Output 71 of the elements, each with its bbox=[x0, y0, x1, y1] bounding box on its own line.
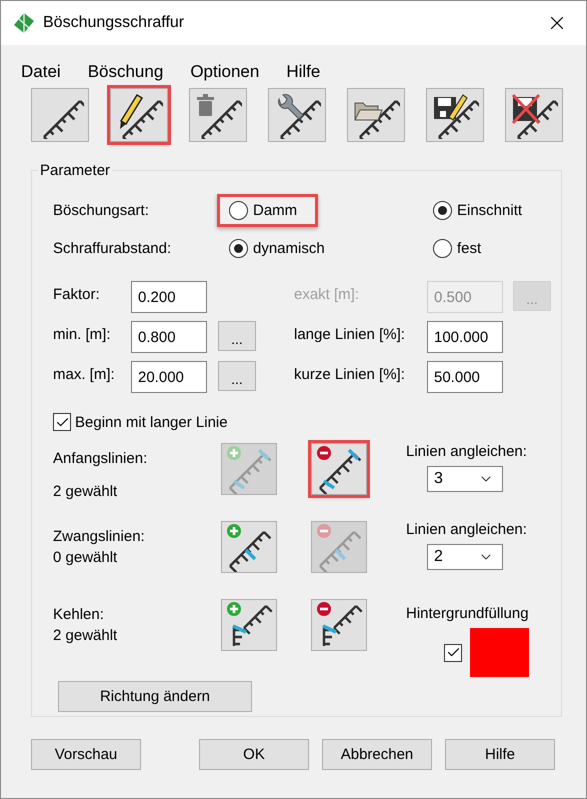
field-label: min. [m]: bbox=[53, 326, 111, 343]
input-field[interactable]: 50.000 bbox=[427, 361, 503, 393]
window-title: Böschungsschraffur bbox=[43, 14, 186, 32]
toolbar-button[interactable] bbox=[268, 88, 326, 142]
slope-add-icon bbox=[224, 444, 274, 494]
slope-trash-icon bbox=[194, 91, 242, 139]
field-label: Faktor: bbox=[53, 286, 100, 303]
menu-item[interactable]: Datei bbox=[21, 62, 61, 82]
app-logo-icon bbox=[13, 12, 35, 34]
slope-remove-icon bbox=[314, 444, 364, 494]
toolbar-button[interactable] bbox=[505, 88, 563, 142]
radio-option[interactable]: Damm bbox=[217, 194, 318, 226]
field-label: Böschungsart: bbox=[53, 202, 149, 218]
toolbar-button[interactable] bbox=[31, 88, 89, 142]
slope-add-icon bbox=[224, 522, 274, 572]
group-label: Kehlen: bbox=[53, 606, 105, 623]
change-direction-button[interactable]: Richtung ändern bbox=[58, 681, 252, 712]
menu-item[interactable]: Hilfe bbox=[286, 62, 320, 82]
radio-button[interactable] bbox=[229, 200, 248, 220]
toolbar-button[interactable] bbox=[347, 88, 405, 142]
input-field[interactable]: 20.000 bbox=[131, 361, 207, 393]
radio-button[interactable] bbox=[229, 238, 248, 258]
selection-count: 2 gewählt bbox=[53, 627, 118, 644]
radio-option[interactable]: Einschnitt bbox=[433, 198, 546, 222]
radio-option[interactable]: fest bbox=[433, 236, 506, 260]
radio-label: fest bbox=[457, 240, 482, 256]
add-lines-button[interactable] bbox=[221, 521, 277, 573]
radio-label: Einschnitt bbox=[457, 202, 522, 218]
group-title: Parameter bbox=[39, 162, 112, 179]
remove-lines-button[interactable] bbox=[311, 443, 367, 495]
dialog-button[interactable]: Hilfe bbox=[445, 739, 555, 770]
input-field[interactable]: 0.800 bbox=[131, 321, 207, 353]
browse-button[interactable]: ... bbox=[218, 321, 256, 351]
browse-button[interactable]: ... bbox=[218, 361, 256, 391]
color-swatch[interactable] bbox=[470, 628, 529, 677]
field-label: Hintergrundfüllung bbox=[406, 605, 529, 622]
radio-label: Damm bbox=[253, 202, 298, 218]
radio-button[interactable] bbox=[433, 238, 452, 258]
dialog-button[interactable]: Abbrechen bbox=[322, 739, 432, 770]
checkbox[interactable] bbox=[444, 644, 462, 662]
field-label: Linien angleichen: bbox=[406, 443, 527, 460]
field-label: exakt [m]: bbox=[294, 286, 360, 303]
selection-count: 2 gewählt bbox=[53, 483, 118, 500]
input-field[interactable]: 0.200 bbox=[131, 281, 207, 313]
field-label: lange Linien [%]: bbox=[294, 326, 405, 343]
input-field[interactable]: 100.000 bbox=[427, 321, 503, 353]
checkbox[interactable] bbox=[53, 413, 71, 431]
radio-button[interactable] bbox=[433, 200, 452, 220]
field-label: kurze Linien [%]: bbox=[294, 366, 405, 383]
slope-delete-icon bbox=[510, 91, 558, 139]
field-label: Linien angleichen: bbox=[406, 521, 527, 538]
dropdown[interactable]: 2 bbox=[427, 544, 503, 570]
radio-option[interactable]: dynamisch bbox=[229, 236, 349, 260]
checkbox-label: Beginn mit langer Linie bbox=[75, 414, 228, 430]
field-label: max. [m]: bbox=[53, 366, 115, 383]
dialog-button[interactable]: Vorschau bbox=[31, 739, 141, 770]
add-lines-button[interactable] bbox=[221, 599, 277, 651]
field-label: Schraffurabstand: bbox=[53, 240, 172, 256]
toolbar-button[interactable] bbox=[189, 88, 247, 142]
group-label: Zwangslinien: bbox=[53, 528, 146, 545]
slope-remove-icon bbox=[314, 522, 364, 572]
group-label: Anfangslinien: bbox=[53, 450, 148, 467]
menu-item[interactable]: Optionen bbox=[190, 62, 260, 82]
toolbar-button[interactable] bbox=[110, 88, 168, 142]
dialog-button[interactable]: OK bbox=[199, 739, 309, 770]
toolbar-button[interactable] bbox=[426, 88, 484, 142]
menu-item[interactable]: Böschung bbox=[88, 62, 164, 82]
selection-count: 0 gewählt bbox=[53, 549, 118, 566]
dropdown[interactable]: 3 bbox=[427, 466, 503, 492]
radio-label: dynamisch bbox=[253, 240, 325, 256]
remove-lines-button[interactable] bbox=[311, 599, 367, 651]
